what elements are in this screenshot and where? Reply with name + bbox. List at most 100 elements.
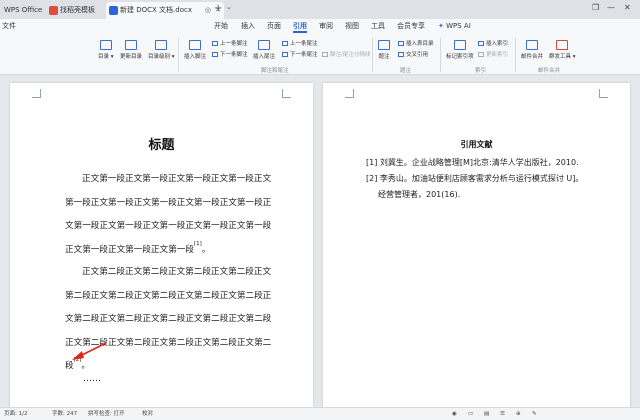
toc-button[interactable]: 目录 ▾ xyxy=(98,40,114,60)
toc-label: 目录 xyxy=(98,54,110,60)
group-label-caption: 题注 xyxy=(400,68,412,74)
insert-table-of-figures-label: 插入表目录 xyxy=(406,41,434,47)
word-count[interactable]: 字数: 247 xyxy=(52,408,77,420)
para2-line: 文第二段正文第二段正文第二段正文第二段正文第二段 xyxy=(65,314,272,324)
cross-reference-icon xyxy=(398,52,404,57)
next-endnote-button[interactable]: 下一条尾注 xyxy=(282,52,318,59)
web-view-icon[interactable]: ▤ xyxy=(484,408,489,420)
ellipsis-text: …… xyxy=(83,374,101,384)
toc-level-label: 目录级别 xyxy=(148,54,171,60)
menu-view[interactable]: 视图 xyxy=(345,19,359,34)
cross-reference-label: 交叉引用 xyxy=(406,52,429,58)
mail-merge-button[interactable]: 邮件合并 xyxy=(521,40,543,60)
reference-item-2-cont[interactable]: 经营管理者，201(16). xyxy=(378,187,460,203)
paragraph-1[interactable]: 正文第一段正文第一段正文第一段正文第一段正文 第一段正文第一段正文第一段正文第一… xyxy=(65,168,285,262)
footnote-separator-label: 脚注/尾注分隔线 xyxy=(330,52,371,58)
new-tab-button[interactable]: + xyxy=(214,2,222,16)
proofread-button[interactable]: 校对 xyxy=(142,408,153,420)
mail-merge-label: 邮件合并 xyxy=(521,54,544,60)
para2-line: 正文第二段正文第二段正文第二段正文第二段正文 xyxy=(82,267,272,277)
page-count[interactable]: 页面: 1/2 xyxy=(4,408,27,420)
toc-level-button[interactable]: 目录级别 ▾ xyxy=(148,40,175,60)
update-index-button[interactable]: 更新索引 xyxy=(478,52,508,59)
spell-check-status[interactable]: 拼写检查: 打开 xyxy=(88,408,125,420)
insert-table-of-figures-button[interactable]: 插入表目录 xyxy=(398,41,434,48)
next-footnote-label: 下一条脚注 xyxy=(220,52,248,58)
eye-icon[interactable]: ◉ xyxy=(452,408,457,420)
outline-view-icon[interactable]: ☰ xyxy=(500,408,505,420)
menu-review[interactable]: 审阅 xyxy=(319,19,333,34)
mark-index-label: 标记索引项 xyxy=(446,54,474,60)
group-label-footnote: 脚注和尾注 xyxy=(261,68,289,74)
update-toc-button[interactable]: 更新目录 xyxy=(120,40,142,60)
para1-line: 第一段正文第一段正文第一段正文第一段正文第一段正 xyxy=(65,197,272,208)
reference-item-1[interactable]: [1] 刘冀生。企业战略管理[M]北京:清华人学出版社，2010. xyxy=(366,155,579,171)
group-label-index: 索引 xyxy=(475,68,487,74)
tab-document[interactable]: 新建 DOCX 文档.docx ◎ ✕ xyxy=(106,2,224,19)
next-endnote-icon xyxy=(282,52,288,57)
tab-wps-office[interactable]: WPS Office xyxy=(2,2,44,19)
menu-tools[interactable]: 工具 xyxy=(371,19,385,34)
insert-endnote-button[interactable]: 插入尾注 xyxy=(253,40,275,60)
mail-merge-icon xyxy=(526,40,538,50)
footnote-separator-button[interactable]: 脚注/尾注分隔线 xyxy=(322,52,370,59)
menu-references[interactable]: 引用 xyxy=(293,19,307,34)
para1-line: 正文第一段正文第一段正文第一段 xyxy=(65,244,194,255)
ribbon-divider xyxy=(440,38,441,72)
endnote-icon xyxy=(258,40,270,50)
references-heading[interactable]: 引用文献 xyxy=(323,139,630,150)
prev-footnote-button[interactable]: 上一条脚注 xyxy=(212,41,248,48)
mark-index-icon xyxy=(453,40,466,50)
wps-ai-button[interactable]: ✦ WPS AI xyxy=(438,19,471,34)
menu-insert[interactable]: 插入 xyxy=(241,19,255,34)
prev-footnote-icon xyxy=(212,41,218,46)
chevron-down-icon[interactable]: ⌄ xyxy=(226,3,232,11)
reference-item-2[interactable]: [2] 李秀山。加油站便利店顾客需求分析与运行模式探讨 U]。 xyxy=(366,171,583,187)
menu-file[interactable]: 文件 xyxy=(2,19,16,34)
document-workspace: 标题 正文第一段正文第一段正文第一段正文第一段正文 第一段正文第一段正文第一段正… xyxy=(0,75,640,407)
mass-mail-label: 群发工具 xyxy=(549,54,572,60)
para2-line: 第二段正文第二段正文第二段正文第二段正文第二段正 xyxy=(65,290,272,301)
prev-endnote-button[interactable]: 上一条尾注 xyxy=(282,41,318,48)
para1-line: 正文第一段正文第一段正文第一段正文第一段正文 xyxy=(82,174,272,184)
document-title[interactable]: 标题 xyxy=(10,134,313,153)
insert-footnote-button[interactable]: 插入脚注 xyxy=(184,40,206,60)
prev-endnote-icon xyxy=(282,41,288,46)
minimize-icon[interactable]: — xyxy=(607,3,615,12)
page-view-icon[interactable]: ▭ xyxy=(468,408,473,420)
document-icon xyxy=(109,6,118,15)
insert-index-button[interactable]: 插入索引 xyxy=(478,41,508,48)
cross-reference-button[interactable]: 交叉引用 xyxy=(398,52,428,59)
wps-ai-label: WPS AI xyxy=(446,22,471,30)
next-footnote-button[interactable]: 下一条脚注 xyxy=(212,52,248,59)
tab-status-icon: ◎ xyxy=(204,6,211,14)
document-page-2[interactable]: 引用文献 [1] 刘冀生。企业战略管理[M]北京:清华人学出版社，2010. [… xyxy=(323,83,630,407)
insert-footnote-label: 插入脚注 xyxy=(184,54,207,60)
restore-icon[interactable]: ❐ xyxy=(592,3,599,12)
edit-icon[interactable]: ✎ xyxy=(532,408,537,420)
next-footnote-icon xyxy=(212,52,218,57)
title-tab-bar: WPS Office 找稻壳模板 新建 DOCX 文档.docx ◎ ✕ + ⌄… xyxy=(0,0,640,19)
globe-icon[interactable]: ⊕ xyxy=(516,408,521,420)
mass-mail-button[interactable]: 群发工具 ▾ xyxy=(549,40,576,60)
document-page-1[interactable]: 标题 正文第一段正文第一段正文第一段正文第一段正文 第一段正文第一段正文第一段正… xyxy=(10,83,313,407)
red-arrow-annotation xyxy=(72,342,107,360)
caption-button[interactable]: 题注 xyxy=(378,40,390,60)
menu-bar: 文件 开始 插入 页面 引用 审阅 视图 工具 会员专享 ✦ WPS AI xyxy=(0,19,640,34)
menu-member[interactable]: 会员专享 xyxy=(397,19,425,34)
menu-home[interactable]: 开始 xyxy=(214,19,228,34)
menu-page[interactable]: 页面 xyxy=(267,19,281,34)
footnote-icon xyxy=(189,40,201,50)
toc-level-icon xyxy=(155,40,168,50)
update-index-icon xyxy=(478,52,484,57)
caption-icon xyxy=(378,40,390,50)
prev-endnote-label: 上一条尾注 xyxy=(290,41,318,47)
update-index-label: 更新索引 xyxy=(486,52,509,58)
close-window-icon[interactable]: ✕ xyxy=(624,3,631,12)
template-icon xyxy=(49,6,58,15)
group-label-mail: 邮件合并 xyxy=(538,68,561,74)
separator-icon xyxy=(322,52,328,57)
footnote-ref-1[interactable]: [1] xyxy=(194,241,202,247)
prev-footnote-label: 上一条脚注 xyxy=(220,41,248,47)
mark-index-button[interactable]: 标记索引项 xyxy=(446,40,474,60)
